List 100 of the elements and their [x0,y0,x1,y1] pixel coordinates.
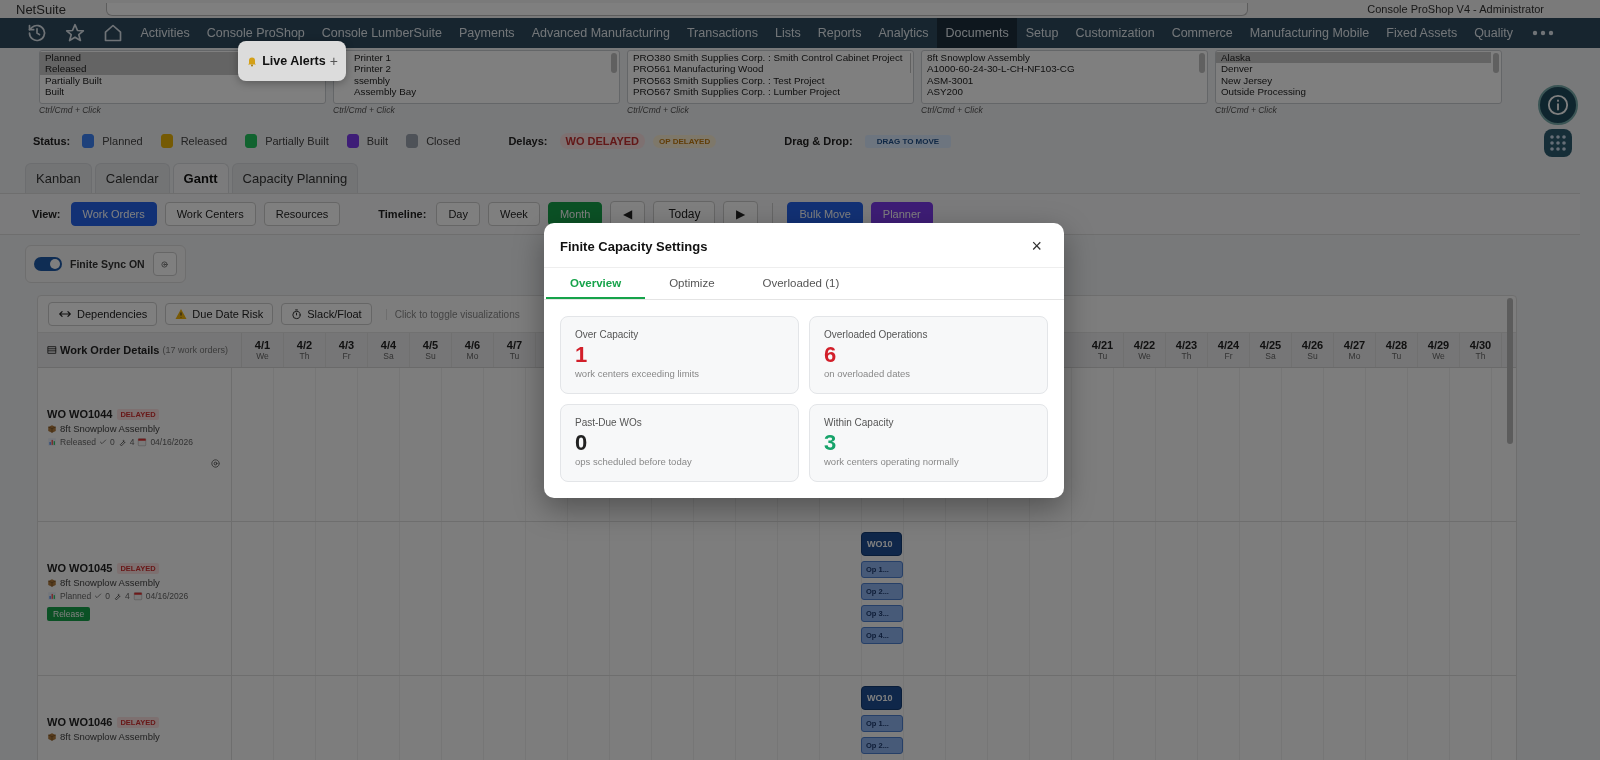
day-date: 4/26 [1301,339,1324,351]
list-option[interactable]: Built [40,86,315,98]
day-weekday: We [256,351,269,361]
nav-menu-item[interactable]: Fixed Assets [1377,18,1466,48]
completed-count: 0 [105,591,110,601]
star-icon [65,23,85,43]
delay-badge: OP DELAYED [653,134,717,148]
view-tab[interactable]: Capacity Planning [231,163,359,193]
info-button[interactable] [1538,85,1578,125]
due-date: 04/16/2026 [145,591,189,601]
day-date: 4/30 [1469,339,1492,351]
scrollbar-thumb[interactable] [1199,53,1205,73]
visualization-toggle[interactable]: Due Date Risk [165,303,274,325]
view-tab[interactable]: Kanban [25,163,92,193]
box-icon [47,731,57,742]
dialog-tab[interactable]: Optimize [645,268,739,299]
multi-select-list[interactable]: Alaska Denver New Jersey Outside Processing [1215,50,1502,104]
legend-item-label: Built [366,135,389,147]
work-order-bar[interactable]: WO10 [861,686,902,710]
work-order-title[interactable]: WO WO1046 [47,716,113,728]
dialog-tab[interactable]: Overloaded (1) [738,268,864,299]
account-name[interactable]: Console ProShop V4 - Administrator [1367,3,1584,15]
work-order-title[interactable]: WO WO1044 [47,408,113,420]
visualization-toggle[interactable]: Slack/Float [281,303,372,325]
work-order-title[interactable]: WO WO1045 [47,562,113,574]
visualization-toggle[interactable]: Dependencies [48,302,158,326]
view-tab[interactable]: Gantt [172,163,229,193]
list-option[interactable]: PRO561 Manufacturing Wood [628,63,908,75]
sync-toggle[interactable] [34,257,62,271]
list-option[interactable]: 8ft Snowplow Assembly [922,52,1197,64]
timeline-button[interactable]: Month [547,202,603,226]
timeline-button[interactable]: Week [487,202,540,226]
nav-menu-item[interactable]: Customization [1066,18,1164,48]
work-order-bar[interactable]: WO10 [861,532,902,556]
warning-icon [175,308,188,320]
view-button[interactable]: Work Centers [164,202,256,226]
list-option[interactable]: ASY200 [922,86,1197,98]
legend-item-label: Partially Built [265,135,329,147]
settings-button[interactable] [152,252,177,276]
box-icon [47,423,57,434]
live-alerts-toast[interactable]: Live Alerts + [238,41,346,81]
list-option[interactable]: PRO380 Smith Supplies Corp. : Smith Control Cabinet Project [628,52,908,64]
bar-chart-icon [47,437,57,447]
timeline-button[interactable]: Day [436,202,480,226]
list-option[interactable]: Denver [1216,63,1491,75]
nav-menu-item[interactable]: Lists [766,18,810,48]
dialog-tab[interactable]: Overview [546,268,646,299]
brand-logo-text[interactable]: NetSuite [16,1,66,17]
view-button[interactable]: Resources [263,202,341,226]
day-weekday: Su [1307,351,1318,361]
nav-menu-item[interactable]: Reports [809,18,870,48]
list-option[interactable]: Alaska [1216,52,1491,64]
action-button[interactable]: Bulk Move [787,202,863,226]
stat-value: 3 [824,431,838,455]
stat-value: 6 [824,343,838,367]
selection-hint: Ctrl/Cmd + Click [39,105,101,115]
day-date: 4/2 [296,339,313,351]
global-search-field[interactable] [105,2,1248,16]
day-date: 4/1 [254,339,271,351]
stat-value: 0 [575,431,589,455]
day-weekday: Sa [1265,351,1276,361]
view-tab[interactable]: Calendar [94,163,170,193]
action-button[interactable]: Planner [870,202,933,226]
nav-menu-item[interactable]: Manufacturing Mobile [1241,18,1378,48]
list-option[interactable]: New Jersey [1216,74,1491,87]
scrollbar-thumb[interactable] [1507,298,1513,444]
legend-label: Delays: [508,135,548,147]
drag-badge: DRAG TO MOVE [864,134,952,148]
list-option[interactable]: Outside Processing [1216,86,1491,98]
apps-button[interactable] [1544,129,1572,157]
list-option[interactable]: ASM-3001 [922,74,1197,87]
stat-label: Within Capacity [824,417,895,428]
nav-menu-item[interactable]: Quality [1465,18,1522,48]
home-icon [103,23,123,43]
close-button[interactable]: × [1025,237,1048,255]
scrollbar-thumb[interactable] [1493,53,1499,73]
product-name: 8ft Snowplow Assembly [60,577,160,588]
multi-select-list[interactable]: 8ft Snowplow Assembly A1000-60-24-30-L-CH-NF103-CG ASM-3001 ASY200 [921,50,1208,104]
view-button[interactable]: Work Orders [70,202,157,226]
nav-menu-item[interactable]: Transactions [678,18,767,48]
day-date: 4/21 [1091,339,1114,351]
list-option[interactable]: Assembly Bay [334,86,609,98]
day-weekday: Tu [1391,351,1402,361]
multi-select-list[interactable]: PRO380 Smith Supplies Corp. : Smith Control Cabinet Project PRO561 Manufacturing Wood PRO563 Smith Supplies Corp. : Test Project PRO567 Smith Supplies Corp. : Lumber Project [627,50,914,104]
day-weekday: Mo [466,351,479,361]
nav-menu-item[interactable]: Payments [450,18,524,48]
nav-menu-item[interactable]: Documents [937,18,1018,48]
release-button[interactable]: Release [47,607,91,621]
nav-menu-item[interactable]: Activities [132,18,199,48]
stat-caption: work centers exceeding limits [575,368,701,379]
nav-menu-item[interactable]: Advanced Manufacturing [523,18,679,48]
nav-menu-item[interactable]: Setup [1017,18,1067,48]
day-weekday: Mo [1348,351,1361,361]
nav-menu-item[interactable]: Analytics [870,18,937,48]
more-icon[interactable] [1531,30,1554,36]
list-option[interactable]: PRO563 Smith Supplies Corp. : Test Project [628,74,908,87]
list-option[interactable]: A1000-60-24-30-L-CH-NF103-CG [922,63,1197,75]
scrollbar-thumb[interactable] [611,53,617,73]
list-option[interactable]: PRO567 Smith Supplies Corp. : Lumber Project [628,86,908,98]
nav-menu-item[interactable]: Commerce [1163,18,1242,48]
